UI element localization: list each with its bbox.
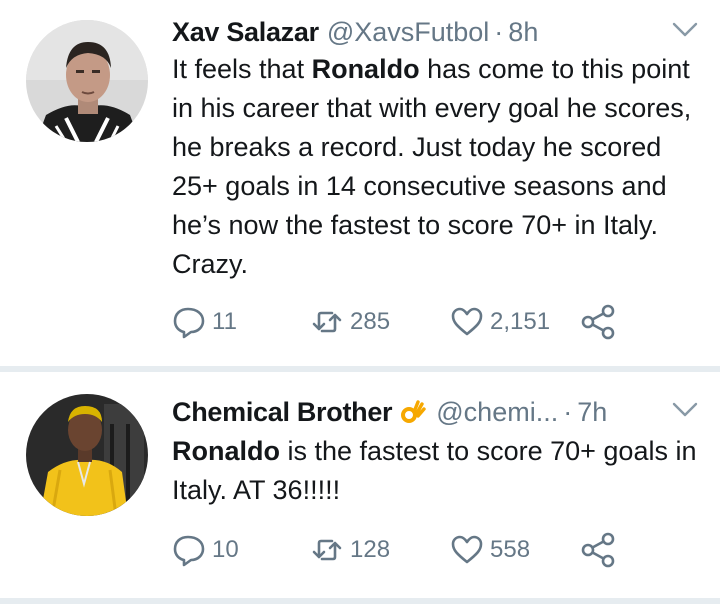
retweet-icon [312, 539, 342, 561]
timestamp[interactable]: 8h [508, 17, 538, 48]
tweet-text-bold: Ronaldo [172, 436, 280, 466]
separator-dot: · [494, 16, 504, 47]
reply-icon [173, 535, 205, 567]
chevron-down-icon[interactable] [670, 398, 700, 422]
tweet-text-bold: Ronaldo [311, 54, 420, 84]
reply-icon [173, 307, 205, 339]
tweet-text: It feels that Ronaldo has come to this p… [172, 50, 702, 284]
tweet-text-segment: has come to this point in his career tha… [172, 54, 692, 279]
like-button[interactable]: 2,151 [450, 302, 550, 342]
like-count: 2,151 [490, 308, 551, 335]
avatar[interactable] [26, 394, 148, 516]
reply-button[interactable]: 10 [172, 530, 239, 570]
share-button[interactable] [580, 530, 622, 570]
tweet-divider [0, 598, 720, 604]
reply-button[interactable]: 11 [172, 302, 237, 342]
share-button[interactable] [580, 302, 622, 342]
timestamp[interactable]: 7h [577, 397, 607, 428]
retweet-icon [312, 311, 342, 333]
user-handle[interactable]: @chemi... [436, 397, 558, 428]
share-icon [581, 304, 615, 340]
ok-hand-emoji [401, 400, 426, 423]
tweet-header: Xav Salazar @XavsFutbol · 8h [172, 12, 700, 52]
tweet-header: Chemical Brother @chemi... · 7h [172, 392, 700, 432]
tweet-actions: 10 128 558 [172, 530, 642, 570]
avatar[interactable] [26, 20, 148, 142]
user-handle[interactable]: @XavsFutbol [327, 17, 489, 48]
tweet-text-segment: It feels that [172, 54, 312, 84]
reply-count: 10 [212, 536, 239, 563]
retweet-button[interactable]: 128 [310, 530, 390, 570]
display-name[interactable]: Chemical Brother [172, 397, 393, 428]
tweet[interactable]: Xav Salazar @XavsFutbol · 8h It feels th… [0, 0, 720, 366]
tweet-actions: 11 285 2,151 [172, 302, 642, 342]
share-icon [581, 532, 615, 568]
separator-dot: · [563, 396, 573, 427]
like-button[interactable]: 558 [450, 530, 530, 570]
like-count: 558 [490, 536, 531, 563]
tweet[interactable]: Chemical Brother @chemi... · 7h Ronaldo … [0, 372, 720, 600]
like-icon [451, 307, 483, 336]
chevron-down-icon[interactable] [670, 18, 700, 42]
retweet-button[interactable]: 285 [310, 302, 390, 342]
like-icon [451, 535, 483, 564]
display-name[interactable]: Xav Salazar [172, 17, 319, 48]
retweet-count: 128 [350, 536, 391, 563]
retweet-count: 285 [350, 308, 391, 335]
reply-count: 11 [212, 308, 237, 335]
tweet-text: Ronaldo is the fastest to score 70+ goal… [172, 432, 702, 510]
